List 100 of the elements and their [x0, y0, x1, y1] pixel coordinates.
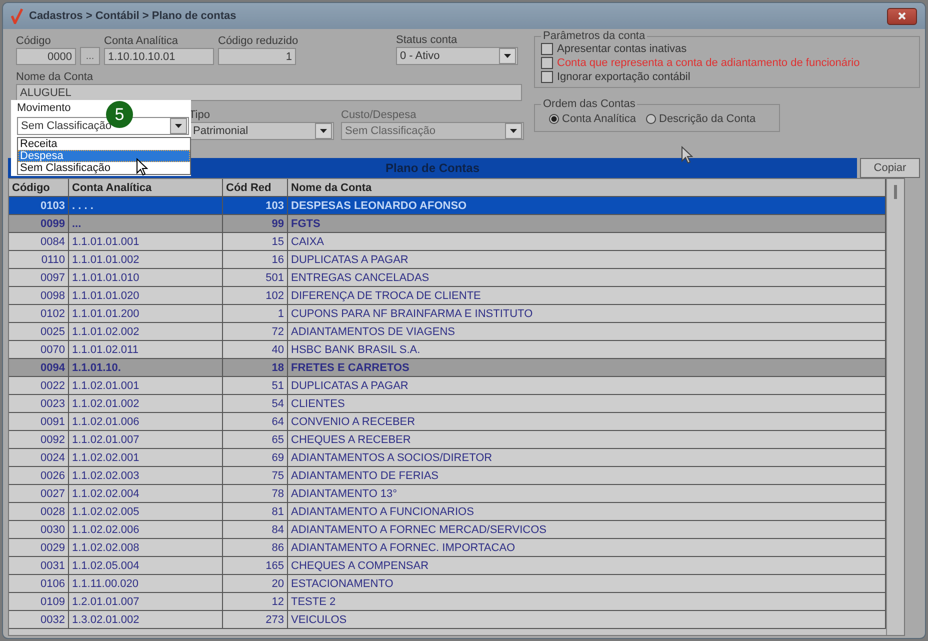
code-field[interactable]: 0000 [16, 48, 76, 65]
field-label: Código reduzido [218, 35, 296, 48]
column-header[interactable]: Conta Analítica [69, 179, 223, 196]
table-row[interactable]: 0084 1.1.01.01.001 15 CAIXA [9, 233, 886, 251]
table-row[interactable]: 0024 1.1.02.02.001 69 ADIANTAMENTOS A SOCIOS/DIRETOR [9, 449, 886, 467]
table-row[interactable]: 0026 1.1.02.02.003 75 ADIANTAMENTO DE FERIAS [9, 467, 886, 485]
column-header[interactable]: Nome da Conta [288, 179, 886, 196]
checkbox-label: Apresentar contas inativas [557, 43, 687, 55]
table-row[interactable]: 0099 ... 99 FGTS [9, 215, 886, 233]
copy-button[interactable]: Copiar [860, 158, 920, 178]
table-row[interactable]: 0030 1.1.02.02.006 84 ADIANTAMENTO A FORNEC MERCAD/SERVICOS [9, 521, 886, 539]
checkbox[interactable] [541, 57, 553, 69]
field-label: Tipo [189, 109, 211, 122]
table-cell: ... [69, 215, 223, 232]
field-label: Movimento [17, 102, 71, 115]
table-cell: 0103 [9, 197, 69, 214]
table-cell: 1.1.01.02.011 [69, 341, 223, 358]
table-cell: 1.2.01.01.007 [69, 593, 223, 610]
table-cell: 0031 [9, 557, 69, 574]
account-name-field[interactable]: ALUGUEL [16, 84, 522, 101]
table-row[interactable]: 0106 1.1.11.00.020 20 ESTACIONAMENTO [9, 575, 886, 593]
radio-button[interactable] [646, 114, 656, 124]
table-cell: 78 [223, 485, 288, 502]
table-row[interactable]: 0109 1.2.01.01.007 12 TESTE 2 [9, 593, 886, 611]
table-cell: 0022 [9, 377, 69, 394]
table-cell: 1.1.02.02.008 [69, 539, 223, 556]
table-cell: 0030 [9, 521, 69, 538]
table-cell: 15 [223, 233, 288, 250]
table-row[interactable]: 0098 1.1.01.01.020 102 DIFERENÇA DE TROCA DE CLIENTE [9, 287, 886, 305]
table-row[interactable]: 0031 1.1.02.05.004 165 CHEQUES A COMPENSAR [9, 557, 886, 575]
checkbox-label: Conta que representa a conta de adiantamento de funcionário [557, 57, 860, 69]
radio-button[interactable] [549, 114, 559, 124]
table-cell: 0110 [9, 251, 69, 268]
table-cell: 501 [223, 269, 288, 286]
table-row[interactable]: 0032 1.3.02.01.002 273 VEICULOS [9, 611, 886, 629]
table-cell: 75 [223, 467, 288, 484]
column-header[interactable]: Cód Red [223, 179, 288, 196]
table-row[interactable]: 0110 1.1.01.01.002 16 DUPLICATAS A PAGAR [9, 251, 886, 269]
table-cell: 12 [223, 593, 288, 610]
table-cell: 1.3.02.01.002 [69, 611, 223, 628]
field-label: Custo/Despesa [341, 109, 418, 122]
table-cell: 0098 [9, 287, 69, 304]
table-cell: 1.1.02.02.001 [69, 449, 223, 466]
table-cell: 51 [223, 377, 288, 394]
table-cell: 86 [223, 539, 288, 556]
radio-label: Conta Analítica [562, 113, 636, 125]
table-cell: 0106 [9, 575, 69, 592]
table-cell: 16 [223, 251, 288, 268]
table-cell: 1.1.02.02.005 [69, 503, 223, 520]
table-row[interactable]: 0103 . . . . 103 DESPESAS LEONARDO AFONSO [9, 197, 886, 215]
table-cell: 1.1.01.01.002 [69, 251, 223, 268]
table-row[interactable]: 0102 1.1.01.01.200 1 CUPONS PARA NF BRAINFARMA E INSTITUTO [9, 305, 886, 323]
table-row[interactable]: 0022 1.1.02.01.001 51 DUPLICATAS A PAGAR [9, 377, 886, 395]
table-cell: 1.1.01.02.002 [69, 323, 223, 340]
field-label: Status conta [396, 34, 458, 47]
table-row[interactable]: 0070 1.1.01.02.011 40 HSBC BANK BRASIL S.A. [9, 341, 886, 359]
table-cell: . . . . [69, 197, 223, 214]
table-cell: 40 [223, 341, 288, 358]
table-cell: 0027 [9, 485, 69, 502]
lookup-button[interactable]: ... [80, 47, 100, 65]
field-label: Nome da Conta [16, 71, 94, 84]
table-cell: 0029 [9, 539, 69, 556]
group-title: Parâmetros da conta [542, 30, 646, 42]
table-row[interactable]: 0023 1.1.02.01.002 54 CLIENTES [9, 395, 886, 413]
pointer-icon [681, 146, 693, 164]
status-select[interactable]: 0 - Ativo [396, 47, 518, 65]
table-row[interactable]: 0091 1.1.02.01.006 64 CONVENIO A RECEBER [9, 413, 886, 431]
column-header[interactable]: Código [9, 179, 69, 196]
table-cell: 102 [223, 287, 288, 304]
table-row[interactable]: 0097 1.1.01.01.010 501 ENTREGAS CANCELADAS [9, 269, 886, 287]
table-cell: 0092 [9, 431, 69, 448]
table-cell: 1.1.01.01.020 [69, 287, 223, 304]
table-row[interactable]: 0092 1.1.02.01.007 65 CHEQUES A RECEBER [9, 431, 886, 449]
dropdown-option[interactable]: Despesa [18, 150, 190, 162]
short-code-field[interactable]: 1 [218, 48, 296, 65]
type-select[interactable]: Patrimonial [189, 122, 334, 140]
table-cell: 0024 [9, 449, 69, 466]
account-field[interactable]: 1.10.10.10.01 [104, 48, 214, 65]
scrollbar[interactable] [886, 179, 904, 635]
table-cell: 64 [223, 413, 288, 430]
table-cell: 1.1.01.01.001 [69, 233, 223, 250]
checkbox[interactable] [541, 43, 553, 55]
table-cell: 18 [223, 359, 288, 376]
table-cell: 1.1.11.00.020 [69, 575, 223, 592]
close-button[interactable] [887, 8, 917, 24]
table-cell: 84 [223, 521, 288, 538]
table-cell: 165 [223, 557, 288, 574]
table-cell: 72 [223, 323, 288, 340]
table-cell: 65 [223, 431, 288, 448]
table-cell: 0023 [9, 395, 69, 412]
table-cell: 0094 [9, 359, 69, 376]
table-cell: 1.1.02.01.006 [69, 413, 223, 430]
table-row[interactable]: 0094 1.1.01.10. 18 FRETES E CARRETOS [9, 359, 886, 377]
table-row[interactable]: 0029 1.1.02.02.008 86 ADIANTAMENTO A FORNEC. IMPORTACAO [9, 539, 886, 557]
table-row[interactable]: 0025 1.1.01.02.002 72 ADIANTAMENTOS DE VIAGENS [9, 323, 886, 341]
group-title: Ordem das Contas [542, 98, 636, 110]
table-row[interactable]: 0027 1.1.02.02.004 78 ADIANTAMENTO 13° [9, 485, 886, 503]
checkbox[interactable] [541, 71, 553, 83]
table-row[interactable]: 0028 1.1.02.02.005 81 ADIANTAMENTO A FUNCIONARIOS [9, 503, 886, 521]
table-cell: 0084 [9, 233, 69, 250]
